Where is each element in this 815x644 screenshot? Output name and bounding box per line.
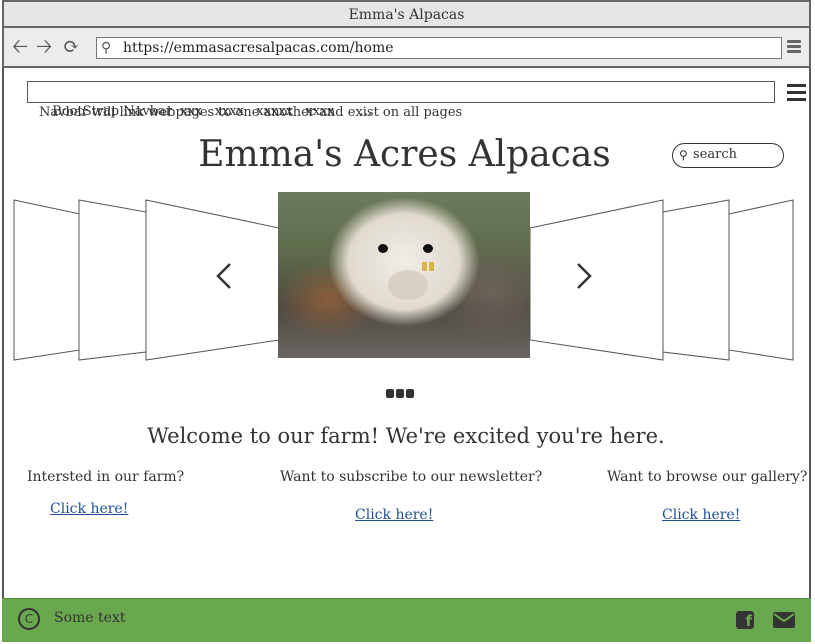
alpaca-eye-right [423,244,433,253]
footer: C Some text f [2,598,811,642]
carousel-slide-right-3 [728,199,794,361]
newsletter-question: Want to subscribe to our newsletter? [280,469,543,485]
carousel-slide-left-2 [78,199,147,361]
copyright-icon: C [18,608,40,630]
browser-toolbar: 🡠 🡢 ⟳ ⚲ https://emmasacresalpacas.com/ho… [2,28,811,68]
footer-text: Some text [54,610,126,626]
newsletter-link[interactable]: Click here! [355,507,433,523]
mail-icon[interactable] [773,612,795,628]
farm-question: Intersted in our farm? [27,469,185,485]
search-placeholder: search [693,147,737,162]
carousel-indicators [386,383,416,402]
carousel-indicator[interactable] [386,389,394,398]
alpaca-snout [388,270,428,300]
alpaca-tooth [422,262,427,271]
welcome-heading: Welcome to our farm! We're excited you'r… [147,424,665,448]
carousel-slide-left-1 [145,199,280,361]
alpaca-tooth [429,262,434,271]
window-titlebar: Emma's Alpacas [2,0,811,28]
navbar-note: Navbar will link webpages to one another… [39,105,463,120]
browser-menu-icon[interactable] [787,40,801,55]
gallery-link[interactable]: Click here! [662,507,740,523]
carousel-indicator[interactable] [396,389,404,398]
address-bar[interactable]: ⚲ https://emmasacresalpacas.com/home [96,37,782,59]
carousel-slide-right-1 [529,199,664,361]
hamburger-menu-icon[interactable] [787,84,806,105]
window-title: Emma's Alpacas [348,7,465,23]
arrow-right-icon[interactable]: 🡢 [36,36,52,56]
carousel-indicator[interactable] [406,389,414,398]
arrow-left-icon[interactable]: 🡠 [12,36,28,56]
carousel-slide-right-2 [662,199,730,361]
facebook-icon[interactable]: f [736,611,754,630]
carousel-slide-left-3 [13,199,81,361]
search-icon: ⚲ [679,148,688,162]
site-navbar[interactable]: BootStrap Navbar xxx xxxx xxxxx xxxx ... [27,81,775,119]
alpaca-photo [278,192,530,358]
search-input[interactable]: ⚲ search [672,143,784,168]
alpaca-eye-left [378,244,388,253]
gallery-question: Want to browse our gallery? [607,469,808,485]
reload-icon[interactable]: ⟳ [63,36,80,56]
address-bar-url: https://emmasacresalpacas.com/home [123,40,394,56]
search-icon: ⚲ [101,40,112,56]
farm-link[interactable]: Click here! [50,501,128,517]
